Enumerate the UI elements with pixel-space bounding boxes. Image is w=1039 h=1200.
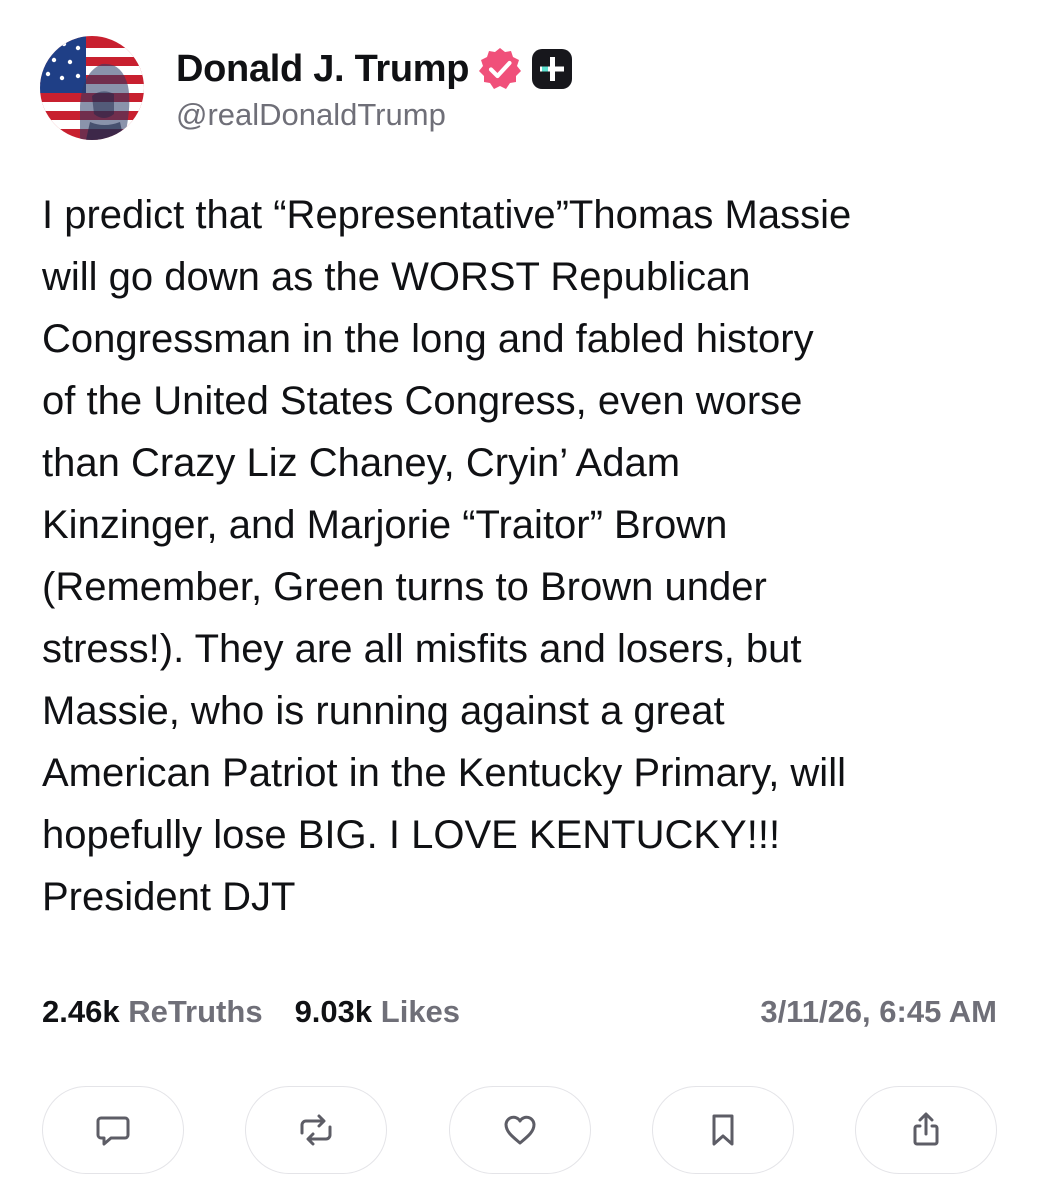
name-row: Donald J. Trump bbox=[176, 43, 573, 95]
post-text: I predict that “Representative”Thomas Ma… bbox=[42, 193, 852, 919]
avatar[interactable] bbox=[40, 36, 144, 140]
author-names: Donald J. Trump @realDonaldTrump bbox=[176, 43, 573, 133]
avatar-image bbox=[40, 36, 144, 140]
bookmark-icon bbox=[712, 1114, 734, 1146]
plus-badge-icon bbox=[531, 48, 573, 90]
display-name[interactable]: Donald J. Trump bbox=[176, 48, 470, 91]
likes-stat[interactable]: 9.03k Likes bbox=[295, 994, 460, 1030]
verified-badge-icon bbox=[477, 46, 523, 92]
post-header: Donald J. Trump @realDonaldTrump bbox=[40, 36, 573, 140]
post-card: Donald J. Trump @realDonaldTrump I predi… bbox=[0, 0, 1039, 1200]
retruth-icon bbox=[300, 1114, 332, 1146]
author-handle[interactable]: @realDonaldTrump bbox=[176, 97, 573, 133]
post-stats: 2.46k ReTruths 9.03k Likes 3/11/26, 6:45… bbox=[42, 990, 997, 1034]
bookmark-button[interactable] bbox=[651, 1086, 794, 1174]
share-icon bbox=[913, 1112, 939, 1146]
retruth-button[interactable] bbox=[245, 1086, 388, 1174]
retruths-count: 2.46k bbox=[42, 994, 120, 1029]
like-button[interactable] bbox=[448, 1086, 591, 1174]
likes-label: Likes bbox=[380, 994, 461, 1029]
action-bar bbox=[42, 1086, 997, 1176]
retruths-label: ReTruths bbox=[128, 994, 263, 1029]
retruths-stat[interactable]: 2.46k ReTruths bbox=[42, 994, 263, 1030]
likes-count: 9.03k bbox=[294, 994, 373, 1029]
comment-icon bbox=[96, 1116, 130, 1146]
reply-button[interactable] bbox=[42, 1086, 184, 1174]
post-timestamp: 3/11/26, 6:45 AM bbox=[760, 994, 997, 1029]
heart-icon bbox=[504, 1115, 535, 1145]
share-button[interactable] bbox=[855, 1086, 997, 1174]
